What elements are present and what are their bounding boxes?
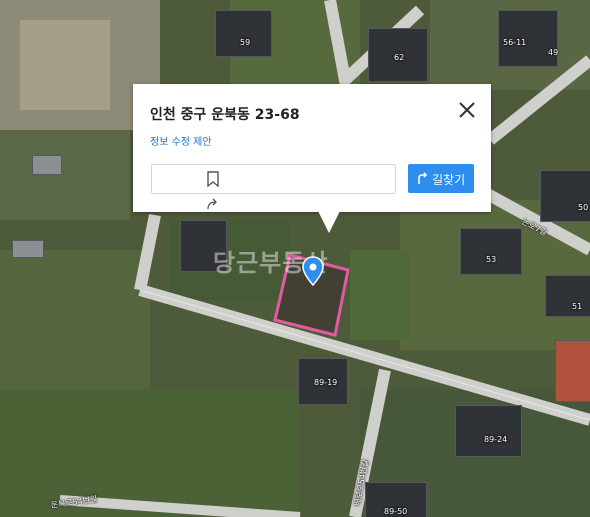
directions-icon [418, 172, 428, 184]
parcel-label: 89-24 [484, 435, 508, 444]
popup-pointer [318, 211, 340, 233]
parcel-label: 51 [572, 302, 583, 311]
building [32, 155, 62, 175]
parcel-label: 53 [486, 255, 497, 264]
parcel-label: 56-11 [503, 38, 527, 47]
bookmark-icon[interactable] [206, 171, 220, 187]
building [540, 170, 590, 222]
location-marker-icon[interactable] [302, 256, 324, 286]
parcel-label: 50 [578, 203, 589, 212]
building [545, 275, 590, 317]
directions-label: 길찾기 [432, 173, 466, 187]
building [555, 340, 590, 402]
share-icon[interactable] [206, 197, 220, 211]
edit-info-link[interactable]: 정보 수정 제안 [150, 133, 212, 148]
action-bar [151, 164, 396, 210]
satellite-map[interactable]: 59 62 56-11 49 50 53 51 89-19 89-24 89-5… [0, 0, 590, 517]
parcel-label: 49 [548, 48, 559, 57]
parcel-label: 59 [240, 38, 251, 47]
address-title: 인천 중구 운북동 23-68 [150, 107, 300, 123]
parcel-label: 62 [394, 53, 405, 62]
building [12, 240, 44, 258]
building [215, 10, 272, 57]
location-popup: 인천 중구 운북동 23-68 정보 수정 제안 길찾기 [133, 84, 491, 212]
parcel-label: 89-19 [314, 378, 338, 387]
building [455, 405, 522, 457]
close-icon[interactable] [457, 100, 477, 120]
parcel-label: 89-50 [384, 507, 408, 516]
building [460, 228, 522, 275]
directions-button[interactable]: 길찾기 [408, 164, 474, 193]
